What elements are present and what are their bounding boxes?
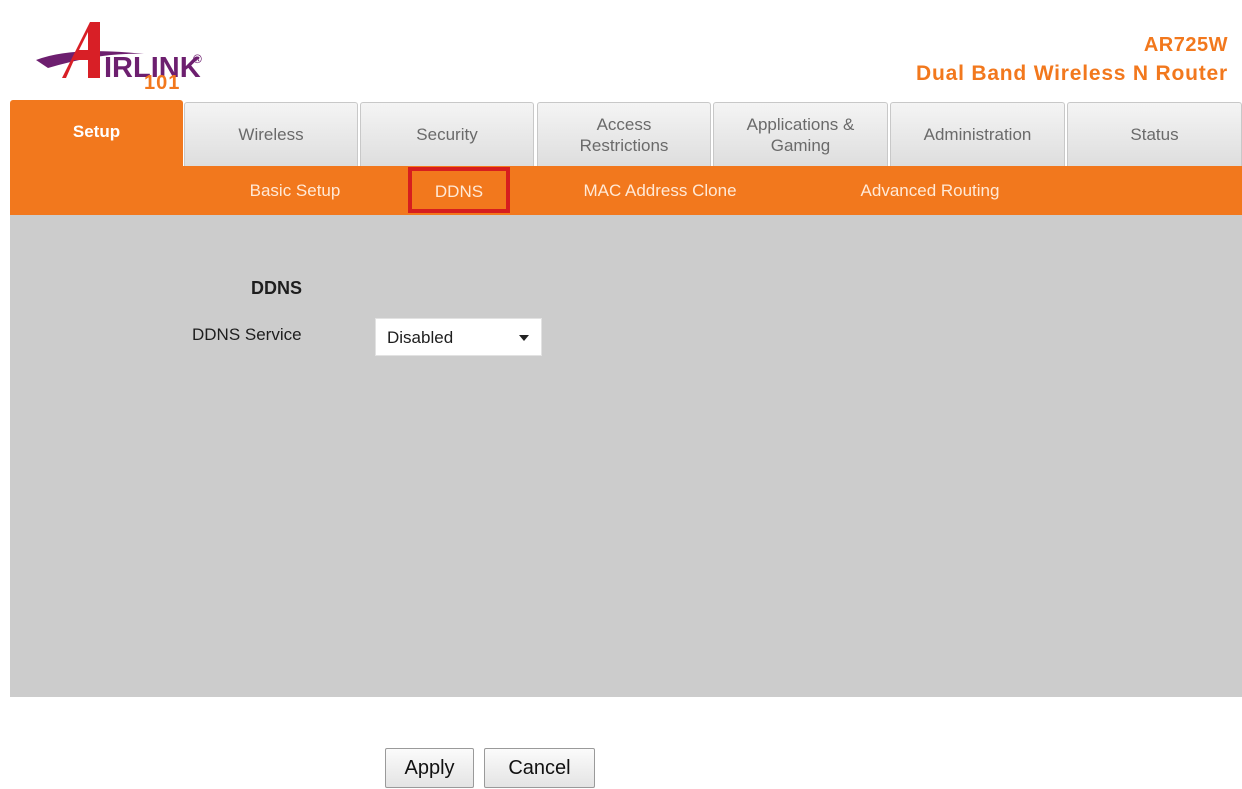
tab-security[interactable]: Security — [360, 102, 534, 166]
registered-mark: ® — [193, 52, 202, 66]
ddns-service-label: DDNS Service — [192, 325, 302, 344]
model-name: AR725W — [1143, 34, 1228, 56]
product-name: Dual Band Wireless N Router — [916, 62, 1228, 85]
subnav-ddns[interactable]: DDNS — [408, 167, 510, 213]
tab-applications-gaming[interactable]: Applications & Gaming — [713, 102, 888, 166]
dropdown-arrow-icon — [519, 335, 529, 341]
main-tabs: Setup Wireless Security Access Restricti… — [10, 100, 1242, 166]
apply-button[interactable]: Apply — [385, 748, 474, 788]
tab-access-restrictions[interactable]: Access Restrictions — [537, 102, 711, 166]
ddns-service-select[interactable]: Disabled — [375, 318, 542, 356]
ddns-section-title: DDNS — [251, 278, 303, 298]
setup-subnav: Basic Setup DDNS MAC Address Clone Advan… — [10, 166, 1242, 215]
tab-administration[interactable]: Administration — [890, 102, 1065, 166]
tab-setup[interactable]: Setup — [10, 100, 183, 166]
cancel-button[interactable]: Cancel — [484, 748, 595, 788]
subnav-basic-setup[interactable]: Basic Setup — [220, 166, 370, 215]
tab-status[interactable]: Status — [1067, 102, 1242, 166]
subnav-advanced-routing[interactable]: Advanced Routing — [830, 166, 1030, 215]
ddns-service-value: Disabled — [387, 328, 454, 347]
subnav-mac-address-clone[interactable]: MAC Address Clone — [555, 166, 765, 215]
content-panel — [10, 215, 1242, 697]
header: IRLINK ® 101 AR725W Dual Band Wireless N… — [0, 0, 1242, 100]
tab-wireless[interactable]: Wireless — [184, 102, 358, 166]
logo-suffix: 101 — [144, 72, 181, 94]
